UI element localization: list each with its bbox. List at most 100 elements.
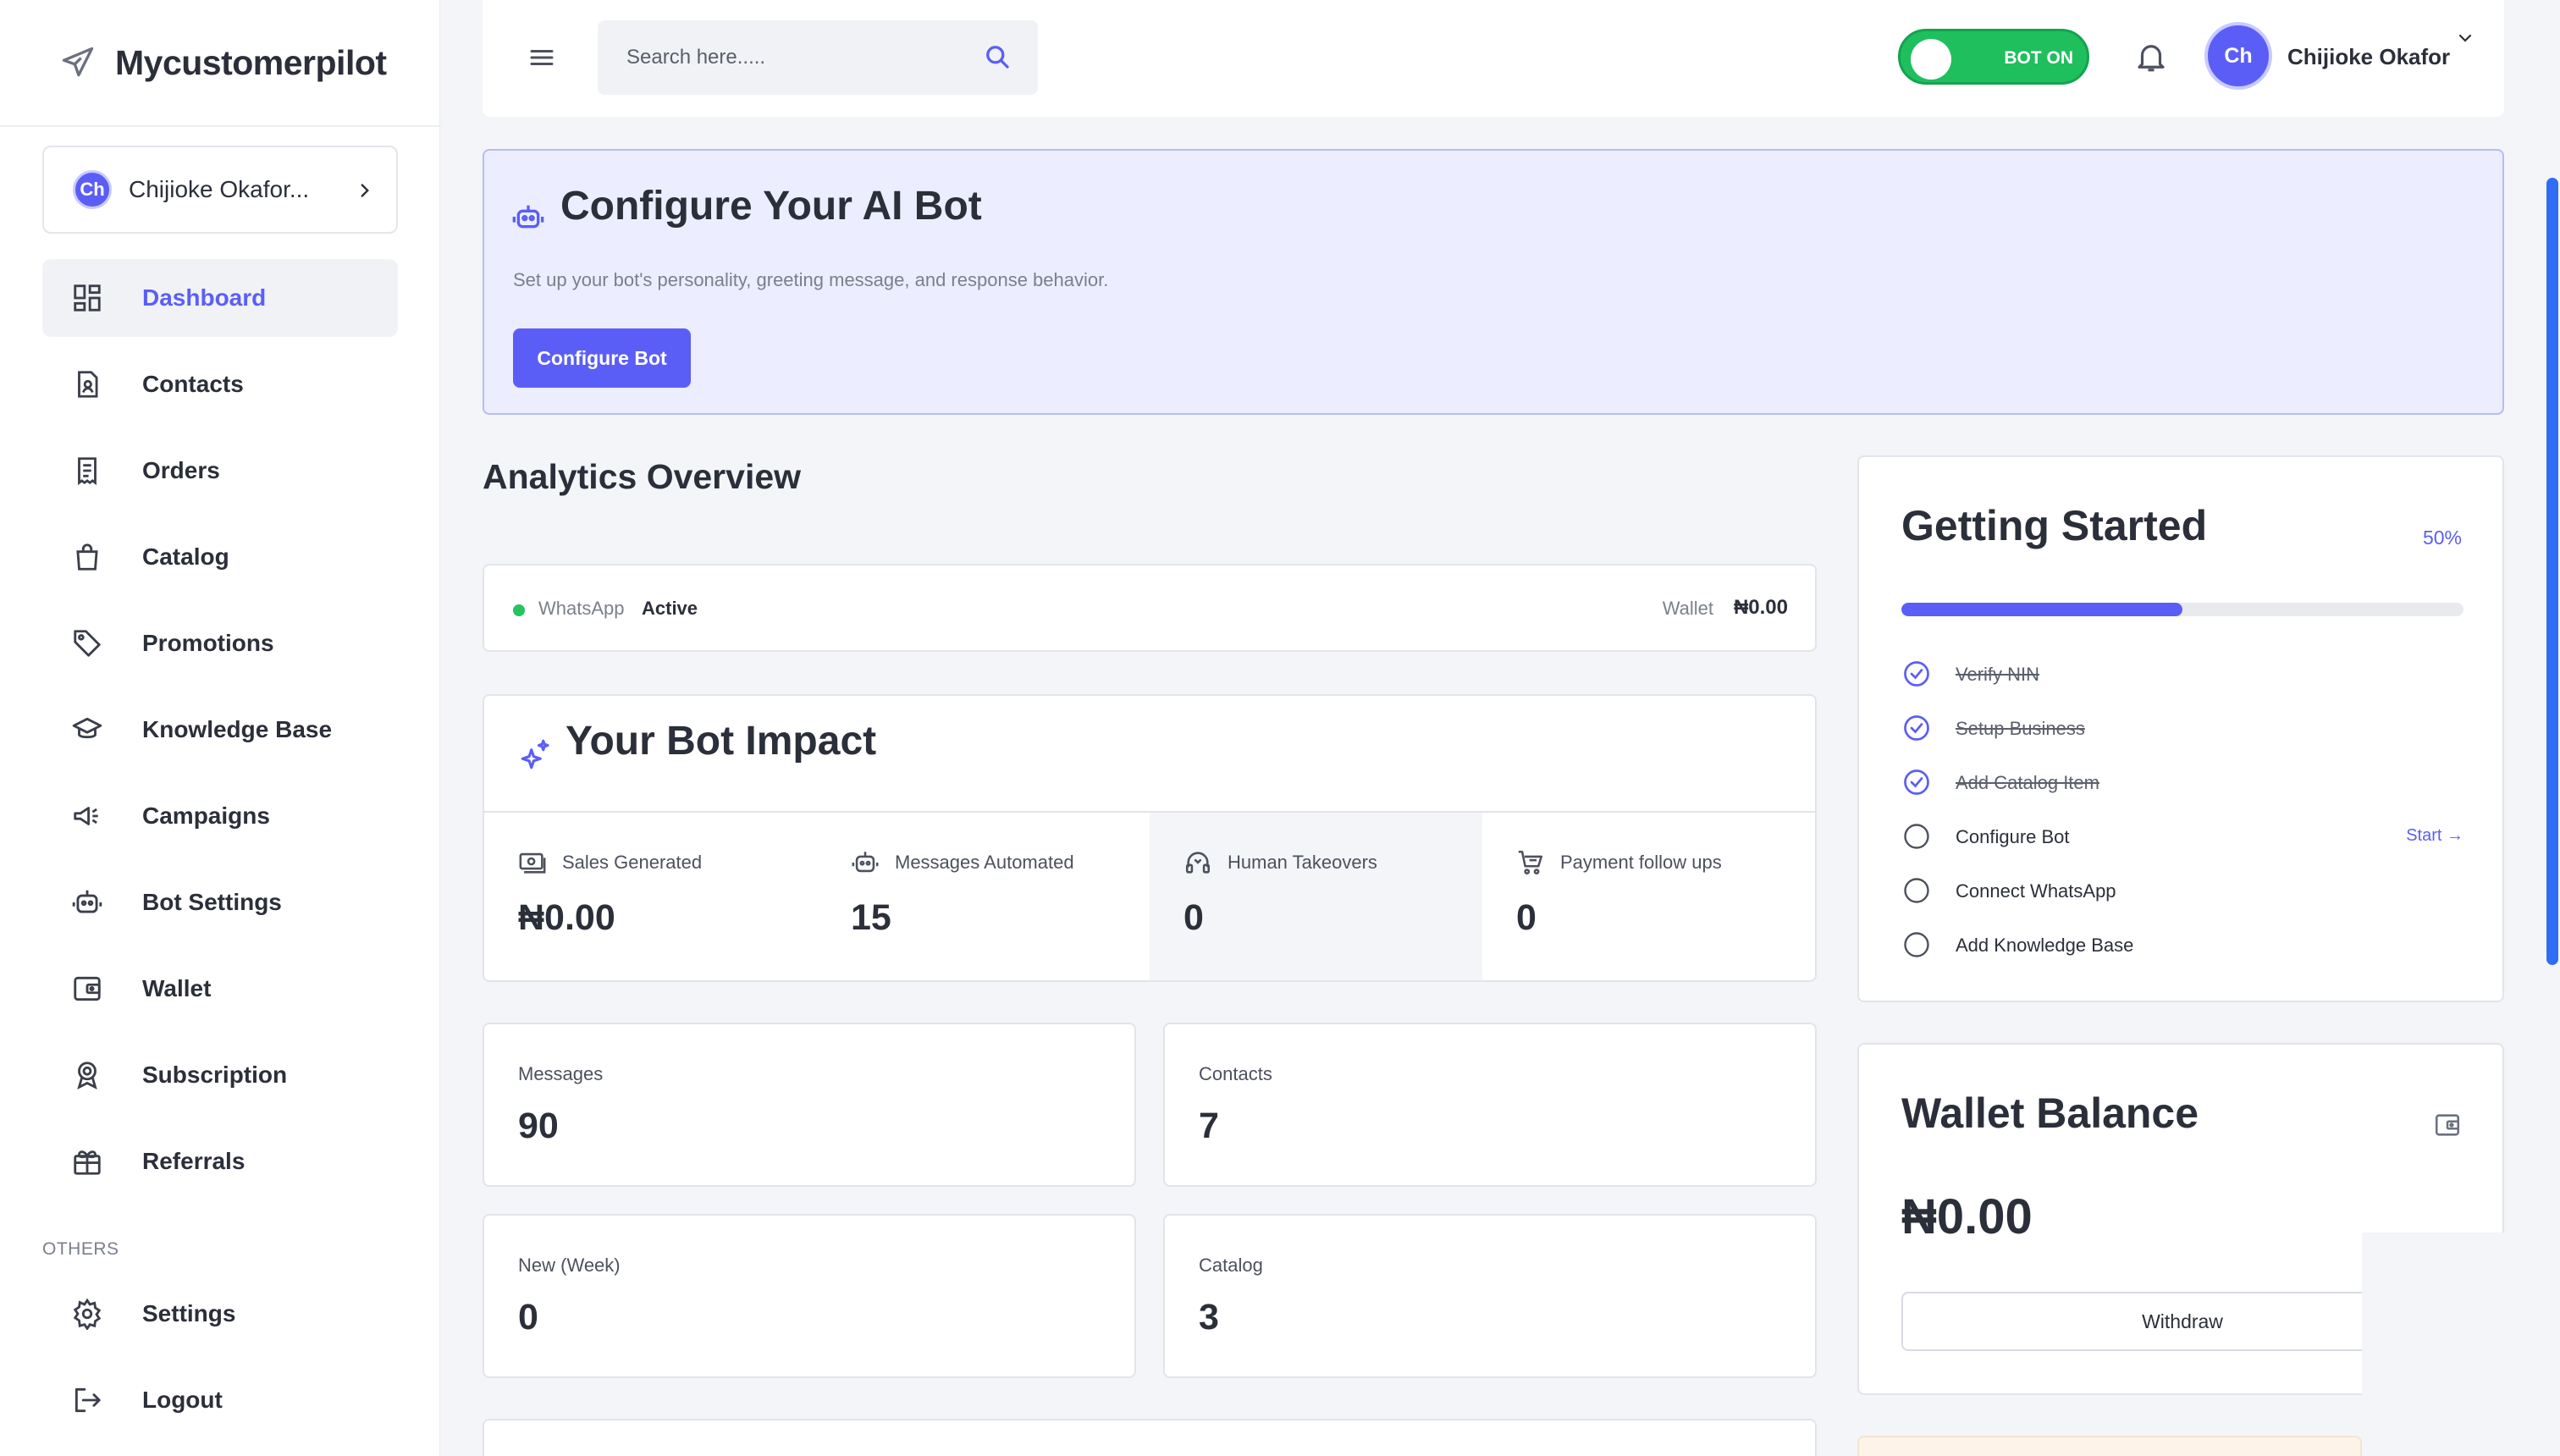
stat-value: 7: [1199, 1106, 1219, 1146]
task-label: Configure Bot: [1956, 826, 2070, 847]
getting-started-title: Getting Started: [1901, 502, 2208, 549]
wallet-icon: [2435, 1114, 2460, 1136]
brand-name: Mycustomerpilot: [115, 42, 387, 82]
logout-icon: [74, 1387, 101, 1413]
sidebar-item-subscription[interactable]: Subscription: [42, 1036, 398, 1114]
user-avatar[interactable]: Ch: [2204, 22, 2272, 90]
check-circle-icon: [1904, 769, 1929, 795]
progress-bar: [1901, 603, 2463, 616]
stat-value: 3: [1199, 1297, 1219, 1337]
bell-icon[interactable]: [2133, 37, 2169, 76]
metric-label: Payment follow ups: [1560, 852, 1722, 873]
headset-icon: [1185, 852, 1211, 874]
search-input[interactable]: [626, 46, 948, 69]
next-card-partial: [483, 1419, 1817, 1456]
sidebar-item-wallet[interactable]: Wallet: [42, 950, 398, 1028]
sidebar-others-nav: Settings Logout: [42, 1275, 398, 1448]
task-label: Add Catalog Item: [1956, 772, 2099, 793]
sidebar-item-bot-settings[interactable]: Bot Settings: [42, 863, 398, 941]
sidebar-item-orders[interactable]: Orders: [42, 432, 398, 510]
configure-bot-button[interactable]: Configure Bot: [513, 328, 691, 388]
wallet-value: ₦0.00: [1733, 596, 1788, 619]
task-start-link[interactable]: Start →: [2406, 826, 2463, 846]
banner-description: Set up your bot's personality, greeting …: [513, 269, 1109, 290]
sidebar-item-referrals[interactable]: Referrals: [42, 1122, 398, 1200]
metric-human-takeovers: Human Takeovers 0: [1150, 813, 1482, 980]
sidebar-item-label: Referrals: [142, 1148, 246, 1174]
gift-icon: [74, 1150, 101, 1175]
task-configure-bot[interactable]: Configure Bot Start →: [1901, 819, 2463, 853]
search-box: [598, 20, 1038, 95]
metric-value: 0: [1183, 897, 1204, 938]
user-name[interactable]: Chijioke Okafor: [2287, 44, 2450, 70]
stat-label: Messages: [518, 1063, 604, 1084]
brand[interactable]: Mycustomerpilot: [0, 0, 439, 127]
wallet-icon: [74, 976, 101, 1001]
sidebar-item-label: Settings: [142, 1300, 236, 1326]
sidebar-item-promotions[interactable]: Promotions: [42, 604, 398, 682]
sidebar-item-settings[interactable]: Settings: [42, 1275, 398, 1353]
channel-label: WhatsApp: [538, 598, 625, 619]
sidebar-item-label: Contacts: [142, 371, 244, 397]
task-label: Add Knowledge Base: [1956, 935, 2134, 956]
gear-icon: [73, 1298, 102, 1330]
empty-circle-icon: [1904, 932, 1929, 957]
sidebar-item-contacts[interactable]: Contacts: [42, 345, 398, 423]
sidebar-item-catalog[interactable]: Catalog: [42, 518, 398, 596]
stat-value: 0: [518, 1297, 538, 1337]
check-circle-icon: [1904, 661, 1929, 687]
receipt-icon: [78, 457, 97, 486]
account-switcher[interactable]: Ch Chijioke Okafor...: [42, 146, 398, 234]
task-setup-business[interactable]: Setup Business: [1901, 711, 2463, 745]
megaphone-icon: [74, 807, 98, 825]
chevron-down-icon[interactable]: [2455, 30, 2475, 47]
metric-label: Human Takeovers: [1228, 852, 1377, 873]
stat-card-catalog[interactable]: Catalog 3: [1163, 1214, 1817, 1378]
account-name: Chijioke Okafor...: [129, 176, 310, 202]
sidebar-item-label: Promotions: [142, 630, 274, 656]
stat-card-new-week[interactable]: New (Week) 0: [483, 1214, 1136, 1378]
shopping-bag-icon: [76, 543, 98, 571]
empty-circle-icon: [1904, 878, 1929, 903]
wallet-balance-title: Wallet Balance: [1901, 1089, 2199, 1137]
bot-status-toggle[interactable]: BOT ON: [1898, 29, 2089, 85]
toggle-knob: [1911, 39, 1951, 80]
cart-icon: [1518, 850, 1543, 875]
bot-impact-title: Your Bot Impact: [566, 719, 877, 764]
paper-plane-icon: [62, 47, 94, 77]
search-icon[interactable]: [982, 41, 1012, 72]
sidebar-item-campaigns[interactable]: Campaigns: [42, 777, 398, 855]
sidebar-item-dashboard[interactable]: Dashboard: [42, 259, 398, 337]
progress-fill: [1901, 603, 2182, 616]
task-connect-whatsapp[interactable]: Connect WhatsApp: [1901, 874, 2463, 907]
stat-card-contacts[interactable]: Contacts 7: [1163, 1023, 1817, 1187]
task-verify-nin[interactable]: Verify NIN: [1901, 657, 2463, 691]
sidebar-item-label: Bot Settings: [142, 889, 282, 915]
robot-icon: [852, 852, 879, 873]
graduation-cap-icon: [72, 717, 102, 739]
topbar: BOT ON Ch Chijioke Okafor: [483, 0, 2504, 117]
metric-label: Messages Automated: [895, 852, 1074, 873]
configure-bot-banner: Configure Your AI Bot Set up your bot's …: [483, 149, 2504, 415]
empty-circle-icon: [1904, 824, 1929, 849]
sidebar-item-logout[interactable]: Logout: [42, 1361, 398, 1439]
metric-payment-follow-ups: Payment follow ups 0: [1482, 813, 1815, 980]
sidebar-item-knowledge-base[interactable]: Knowledge Base: [42, 691, 398, 769]
hamburger-menu-icon[interactable]: [527, 42, 557, 73]
task-add-catalog-item[interactable]: Add Catalog Item: [1901, 765, 2463, 799]
task-add-knowledge-base[interactable]: Add Knowledge Base: [1901, 928, 2463, 962]
stat-value: 90: [518, 1106, 559, 1146]
sidebar-item-label: Wallet: [142, 975, 212, 1001]
check-circle-icon: [1904, 715, 1929, 741]
sidebar: Mycustomerpilot Ch Chijioke Okafor... Da…: [0, 0, 440, 1456]
tag-icon: [74, 630, 101, 657]
sidebar-item-label: Logout: [142, 1387, 223, 1413]
stat-card-messages[interactable]: Messages 90: [483, 1023, 1136, 1187]
sparkles-icon: [521, 739, 549, 769]
sidebar-item-label: Campaigns: [142, 802, 270, 829]
sidebar-item-label: Dashboard: [142, 284, 267, 311]
scrollbar-thumb[interactable]: [2546, 178, 2558, 965]
stat-label: Contacts: [1199, 1063, 1272, 1084]
next-card-partial: [1857, 1436, 2362, 1456]
bot-impact-metrics: Sales Generated ₦0.00 Messages Automated…: [484, 813, 1815, 980]
